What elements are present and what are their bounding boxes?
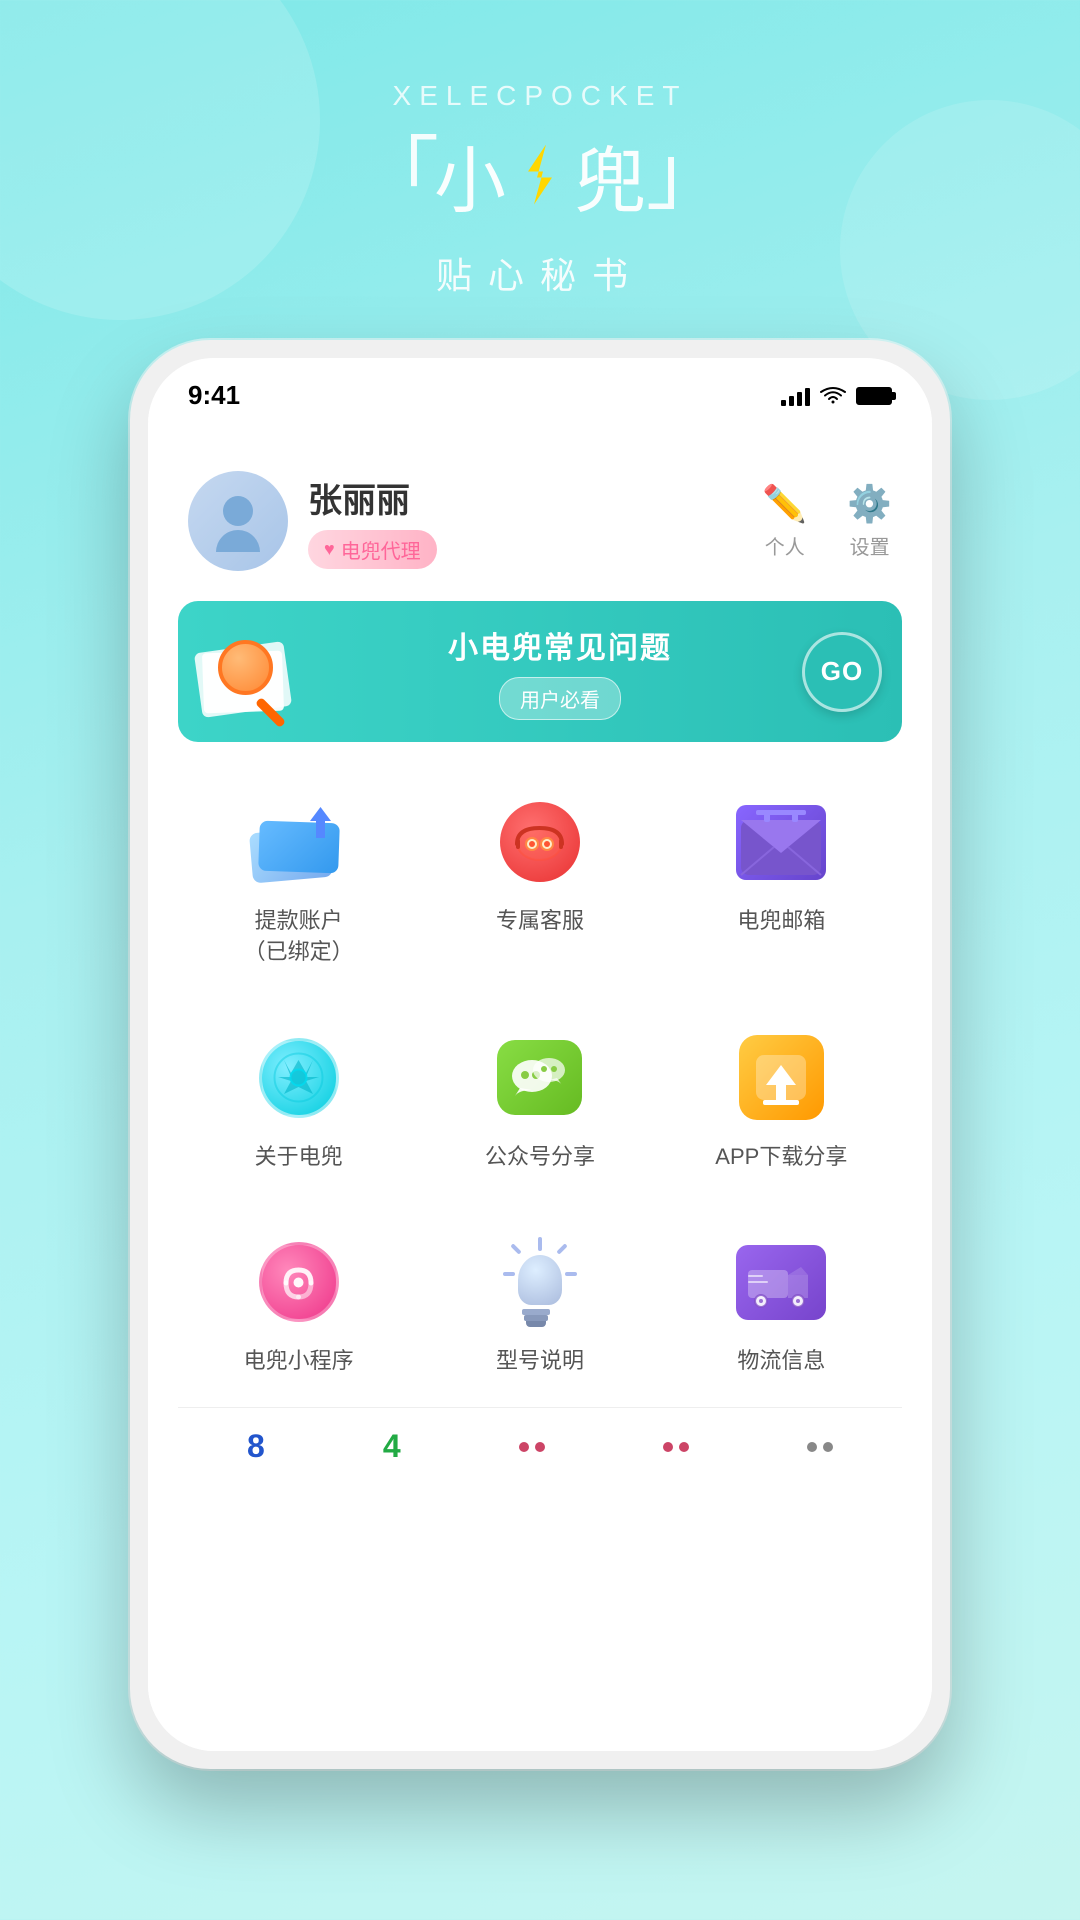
settings-button[interactable]: ⚙️ 设置 xyxy=(847,483,892,560)
menu-label-app-share: APP下载分享 xyxy=(715,1142,847,1173)
status-time: 9:41 xyxy=(188,380,240,411)
logo-chinese: 小 兜 xyxy=(434,122,646,227)
wifi-icon xyxy=(820,386,846,406)
nav-item-5[interactable] xyxy=(807,1442,833,1452)
phone-mockup: 9:41 xyxy=(130,340,950,1769)
nav-item-2[interactable]: 4 xyxy=(383,1428,401,1465)
banner-lens-circle xyxy=(218,640,273,695)
profile-header: 张丽丽 ♥ 电兜代理 ✏️ 个人 ⚙️ xyxy=(178,451,902,591)
banner-illustration xyxy=(198,627,318,717)
logo-area: XELECPOCKET 「 小 兜 」 贴心秘书 xyxy=(0,0,1080,299)
menu-label-mailbox: 电兜邮箱 xyxy=(737,906,825,937)
battery-icon xyxy=(856,387,892,405)
status-icons xyxy=(781,386,892,406)
menu-item-app-share[interactable]: APP下载分享 xyxy=(661,998,902,1203)
menu-item-about[interactable]: 关于电兜 xyxy=(178,998,419,1203)
menu-item-withdraw[interactable]: 提款账户（已绑定） xyxy=(178,762,419,998)
menu-label-wechat-share: 公众号分享 xyxy=(485,1142,595,1173)
mailbox-icon xyxy=(731,792,831,892)
profile-name: 张丽丽 xyxy=(308,473,437,522)
avatar xyxy=(188,471,288,571)
nav-item-3[interactable] xyxy=(519,1442,545,1452)
menu-item-model[interactable]: 型号说明 xyxy=(419,1202,660,1407)
phone-screen: 9:41 xyxy=(148,358,932,1751)
menu-item-wechat-share[interactable]: 公众号分享 xyxy=(419,998,660,1203)
banner-subtitle: 用户必看 xyxy=(499,677,621,720)
heart-icon: ♥ xyxy=(324,539,335,560)
settings-label: 设置 xyxy=(850,531,890,560)
logo-left-bracket: 「 xyxy=(359,135,434,215)
nav-dots-3 xyxy=(519,1442,545,1452)
miniapp-icon xyxy=(249,1232,349,1332)
app-download-icon xyxy=(731,1028,831,1128)
subtitle: 贴心秘书 xyxy=(0,247,1080,299)
profile-actions: ✏️ 个人 ⚙️ 设置 xyxy=(762,483,892,560)
nav-badge-2: 4 xyxy=(383,1428,401,1465)
logo-main: 「 小 兜 」 xyxy=(0,122,1080,227)
phone-frame: 9:41 xyxy=(130,340,950,1769)
lightning-icon xyxy=(510,145,570,205)
menu-label-miniapp: 电兜小程序 xyxy=(244,1346,354,1377)
bottom-nav: 8 4 xyxy=(178,1407,902,1505)
avatar-person xyxy=(213,496,263,546)
avatar-body xyxy=(216,530,260,552)
menu-item-service[interactable]: 专属客服 xyxy=(419,762,660,998)
profile-info: 张丽丽 ♥ 电兜代理 xyxy=(308,473,437,569)
signal-icon xyxy=(781,386,810,406)
menu-label-service: 专属客服 xyxy=(496,906,584,937)
nav-item-4[interactable] xyxy=(663,1442,689,1452)
nav-dots-4 xyxy=(663,1442,689,1452)
withdraw-icon xyxy=(249,792,349,892)
edit-icon: ✏️ xyxy=(762,483,807,525)
menu-label-model: 型号说明 xyxy=(496,1346,584,1377)
about-icon xyxy=(249,1028,349,1128)
banner-go-button[interactable]: GO xyxy=(802,632,882,712)
logo-right-bracket: 」 xyxy=(646,135,721,215)
menu-grid: 提款账户（已绑定） xyxy=(178,762,902,1407)
wechat-share-icon xyxy=(490,1028,590,1128)
faq-banner[interactable]: 小电兜常见问题 用户必看 GO xyxy=(178,601,902,742)
menu-label-withdraw: 提款账户（已绑定） xyxy=(244,906,354,968)
service-icon xyxy=(490,792,590,892)
nav-dots-5 xyxy=(807,1442,833,1452)
banner-title: 小电兜常见问题 xyxy=(318,623,802,667)
edit-label: 个人 xyxy=(765,531,805,560)
menu-label-about: 关于电兜 xyxy=(255,1142,343,1173)
logo-text-en: XELECPOCKET xyxy=(0,80,1080,112)
menu-item-miniapp[interactable]: 电兜小程序 xyxy=(178,1202,419,1407)
menu-label-logistics: 物流信息 xyxy=(737,1346,825,1377)
profile-badge: ♥ 电兜代理 xyxy=(308,530,437,569)
logo-char-1: 小 xyxy=(434,122,506,227)
gear-icon: ⚙️ xyxy=(847,483,892,525)
edit-profile-button[interactable]: ✏️ 个人 xyxy=(762,483,807,560)
logistics-icon xyxy=(731,1232,831,1332)
app-content: 张丽丽 ♥ 电兜代理 ✏️ 个人 ⚙️ xyxy=(148,451,932,1751)
menu-item-logistics[interactable]: 物流信息 xyxy=(661,1202,902,1407)
banner-text-area: 小电兜常见问题 用户必看 xyxy=(318,623,802,720)
nav-badge-1: 8 xyxy=(247,1428,265,1465)
profile-left: 张丽丽 ♥ 电兜代理 xyxy=(188,471,437,571)
avatar-head xyxy=(223,496,253,526)
model-icon xyxy=(490,1232,590,1332)
nav-item-1[interactable]: 8 xyxy=(247,1428,265,1465)
logo-char-2: 兜 xyxy=(574,122,646,227)
notch xyxy=(440,411,640,441)
menu-item-mailbox[interactable]: 电兜邮箱 xyxy=(661,762,902,998)
